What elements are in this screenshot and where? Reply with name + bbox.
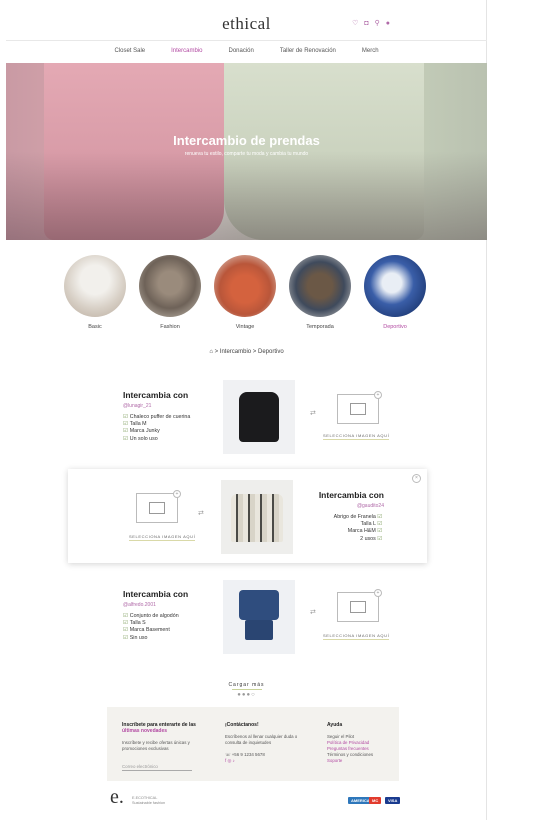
check-icon: ☑: [375, 514, 382, 520]
visa-icon: VISA: [385, 797, 401, 804]
main-nav: Closet Sale Intercambio Donación Taller …: [6, 48, 487, 54]
card-details: Abrigo de Franela ☑ Talla L ☑ Marca H&M …: [333, 514, 382, 542]
footer-contact: ¡Contáctanos! Escríbenos al llenar cualq…: [225, 722, 310, 764]
breadcrumb-text[interactable]: > Intercambio > Deportivo: [215, 349, 284, 355]
card-user[interactable]: @alfredo.2001: [123, 602, 188, 608]
category-image: [214, 255, 276, 317]
footer-logo-icon[interactable]: e.: [110, 786, 124, 809]
heart-icon[interactable]: ♡: [352, 20, 358, 28]
nav-closet-sale[interactable]: Closet Sale: [114, 48, 145, 54]
nav-donacion[interactable]: Donación: [228, 48, 253, 54]
select-image-link[interactable]: SELECCIONA IMAGEN AQUÍ: [323, 633, 390, 640]
card-details: ☑ Chaleco puffer de cuerina ☑ Talla M ☑ Mar…: [123, 414, 191, 442]
category-label: Vintage: [235, 324, 255, 330]
category-label: Fashion: [160, 324, 180, 330]
category-fashion[interactable]: Fashion: [139, 255, 201, 330]
select-image-link[interactable]: SELECCIONA IMAGEN AQUÍ: [323, 433, 390, 440]
header-divider: [6, 40, 487, 41]
card-title: Intercambia con: [123, 589, 189, 599]
category-label: Deportivo: [383, 324, 407, 330]
pagination-dots[interactable]: ●●●○: [6, 692, 487, 698]
category-deportivo[interactable]: Deportivo: [364, 255, 426, 330]
add-icon[interactable]: +: [374, 391, 382, 399]
add-icon[interactable]: +: [173, 490, 181, 498]
category-list: Basic Fashion Vintage Temporada Deportiv…: [64, 255, 426, 330]
category-image: [289, 255, 351, 317]
product-image-blue-set[interactable]: [223, 580, 295, 654]
card-details: ☑ Conjunto de algodón ☑ Talla S ☑ Marca Bas…: [123, 613, 179, 641]
category-label: Basic: [88, 324, 102, 330]
check-icon: ☑: [375, 528, 382, 535]
category-image: [364, 255, 426, 317]
footer-newsletter: Inscríbete para enterarte de las últimas…: [122, 722, 196, 771]
check-icon: ☑: [123, 428, 128, 435]
category-label: Temporada: [306, 324, 334, 330]
site-logo[interactable]: ethical: [6, 14, 487, 34]
check-icon: ☑: [123, 634, 128, 641]
newsletter-email-input[interactable]: Correo electrónico: [122, 764, 192, 771]
select-image-link[interactable]: SELECCIONA IMAGEN AQUÍ: [129, 534, 196, 541]
check-icon: ☑: [123, 435, 128, 442]
footer-help: Ayuda Seguir el Pilot Política de Privac…: [327, 722, 397, 764]
load-more-button[interactable]: Cargar más: [6, 682, 487, 688]
check-icon: ☑: [375, 535, 382, 542]
swap-card-2: Intercambia con @gaudito24 Abrigo de Fra…: [308, 490, 384, 543]
upload-image-box[interactable]: +: [337, 391, 382, 424]
user-icon[interactable]: ●: [386, 20, 390, 28]
social-icons[interactable]: f ◎ ♪: [225, 758, 310, 764]
check-icon: ☑: [123, 627, 128, 634]
category-image: [139, 255, 201, 317]
category-image: [64, 255, 126, 317]
page: ethical ♡ ◘ ⚲ ● Closet Sale Intercambio …: [6, 0, 487, 820]
nav-intercambio[interactable]: Intercambio: [171, 48, 202, 54]
footer-brand: E.ECOTHICAL Sustainable fashion: [132, 796, 166, 805]
card-user[interactable]: @lunagir_21: [123, 403, 190, 409]
swap-card-1: Intercambia con @lunagir_21 ☑ Chaleco puf…: [123, 390, 190, 443]
check-icon: ☑: [375, 521, 382, 528]
category-temporada[interactable]: Temporada: [289, 255, 351, 330]
category-basic[interactable]: Basic: [64, 255, 126, 330]
search-icon[interactable]: ⚲: [375, 20, 380, 28]
image-icon: [350, 403, 366, 415]
header-icons: ♡ ◘ ⚲ ●: [352, 20, 390, 28]
nav-merch[interactable]: Merch: [362, 48, 379, 54]
swap-icon: ⇄: [198, 510, 204, 517]
product-image-flannel[interactable]: [221, 480, 293, 554]
hero-subtitle: renueva tu estilo, comparte tu moda y ca…: [184, 151, 309, 157]
upload-image-box[interactable]: +: [337, 589, 382, 622]
footer: Inscríbete para enterarte de las últimas…: [107, 707, 399, 781]
check-icon: ☑: [123, 421, 128, 428]
load-more-underline: [232, 689, 262, 690]
image-icon: [149, 502, 165, 514]
check-icon: ☑: [123, 414, 128, 420]
card-title: Intercambia con: [318, 490, 384, 500]
add-icon[interactable]: +: [374, 589, 382, 597]
mastercard-icon: MC: [369, 797, 382, 804]
phone-icon: ☏: [225, 752, 231, 757]
card-title: Intercambia con: [123, 390, 189, 400]
nav-taller[interactable]: Taller de Renovación: [280, 48, 336, 54]
swap-icon: ⇄: [310, 410, 316, 417]
help-link[interactable]: Soporte: [327, 758, 397, 764]
close-icon[interactable]: ×: [412, 474, 421, 483]
check-icon: ☑: [123, 620, 128, 627]
category-vintage[interactable]: Vintage: [214, 255, 276, 330]
image-icon: [350, 601, 366, 613]
home-icon[interactable]: ⌂: [209, 349, 213, 355]
hero-title: Intercambio de prendas: [173, 133, 320, 148]
swap-icon: ⇄: [310, 609, 316, 616]
product-image-puffer-vest[interactable]: [223, 380, 295, 454]
swap-card-3: Intercambia con @alfredo.2001 ☑ Conjunto …: [123, 589, 188, 642]
card-user[interactable]: @gaudito24: [308, 503, 384, 509]
upload-image-box[interactable]: +: [136, 490, 181, 523]
bag-icon[interactable]: ◘: [364, 20, 368, 28]
breadcrumb: ⌂ > Intercambio > Deportivo: [6, 349, 487, 355]
check-icon: ☑: [123, 613, 128, 619]
